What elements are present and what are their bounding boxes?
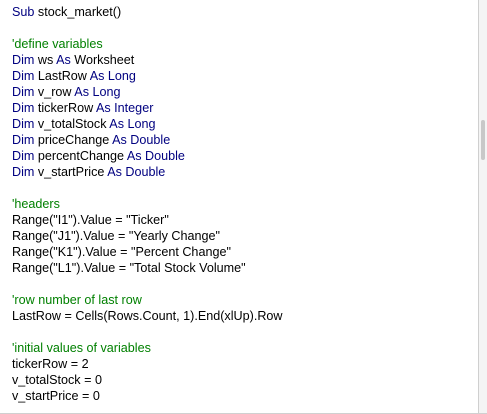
keyword-token: As Integer [95, 101, 154, 115]
code-line[interactable]: Sub stock_market() [12, 4, 121, 20]
comment-token: 'row number of last row [12, 293, 142, 307]
keyword-token: Dim [12, 117, 35, 131]
code-line[interactable]: 'headers [12, 196, 60, 212]
code-editor[interactable]: Sub stock_market()'define variables Dim w… [0, 0, 487, 414]
comment-token: 'headers [12, 197, 60, 211]
code-area[interactable]: Sub stock_market()'define variables Dim w… [0, 0, 478, 414]
comment-token: 'define variables [12, 37, 103, 51]
scrollbar-thumb[interactable] [481, 120, 485, 160]
keyword-token: Dim [12, 85, 35, 99]
code-line[interactable]: 'row number of last row [12, 292, 142, 308]
comment-token: 'initial values of variables [12, 341, 151, 355]
vertical-scrollbar[interactable] [478, 0, 487, 414]
keyword-token: As Double [126, 149, 185, 163]
keyword-token: Dim [12, 133, 35, 147]
code-line[interactable]: 'initial values of variables [12, 340, 151, 356]
keyword-token: Sub [12, 5, 35, 19]
code-line[interactable]: tickerRow = 2 [12, 356, 89, 372]
code-token: percentChange [34, 149, 127, 163]
code-token: LastRow [34, 69, 90, 83]
keyword-token: Dim [12, 149, 35, 163]
keyword-token: Dim [12, 69, 35, 83]
code-line[interactable]: Dim v_startPrice As Double [12, 164, 165, 180]
code-line[interactable]: LastRow = Cells(Rows.Count, 1).End(xlUp)… [12, 308, 283, 324]
keyword-token: As Double [107, 165, 166, 179]
code-line[interactable]: Dim tickerRow As Integer [12, 100, 153, 116]
code-line[interactable]: Dim LastRow As Long [12, 68, 136, 84]
keyword-token: As Long [74, 85, 121, 99]
code-token: Range("K1").Value = "Percent Change" [12, 245, 231, 259]
keyword-token: Dim [12, 101, 35, 115]
code-line[interactable]: Dim priceChange As Double [12, 132, 170, 148]
code-token: Range("I1").Value = "Ticker" [12, 213, 169, 227]
code-line[interactable]: Dim ws As Worksheet [12, 52, 134, 68]
code-token: v_startPrice = 0 [12, 389, 100, 403]
code-line[interactable]: Dim v_row As Long [12, 84, 121, 100]
code-token: v_row [34, 85, 75, 99]
code-line[interactable]: 'define variables [12, 36, 103, 52]
keyword-token: As Long [109, 117, 156, 131]
code-token: LastRow = Cells(Rows.Count, 1).End(xlUp)… [12, 309, 283, 323]
keyword-token: As Double [112, 133, 171, 147]
code-token: tickerRow [34, 101, 96, 115]
code-line[interactable]: Range("I1").Value = "Ticker" [12, 212, 169, 228]
code-line[interactable]: v_totalStock = 0 [12, 372, 102, 388]
code-token: priceChange [34, 133, 113, 147]
code-line[interactable]: Dim percentChange As Double [12, 148, 185, 164]
code-line[interactable]: v_startPrice = 0 [12, 388, 100, 404]
code-line[interactable]: Range("K1").Value = "Percent Change" [12, 244, 231, 260]
keyword-token: As [56, 53, 71, 67]
code-token: v_totalStock = 0 [12, 373, 102, 387]
code-line[interactable]: Dim v_totalStock As Long [12, 116, 156, 132]
keyword-token: Dim [12, 165, 35, 179]
code-line[interactable]: Range("L1").Value = "Total Stock Volume" [12, 260, 246, 276]
keyword-token: As Long [89, 69, 136, 83]
code-token: Range("L1").Value = "Total Stock Volume" [12, 261, 246, 275]
code-token: Range("J1").Value = "Yearly Change" [12, 229, 220, 243]
keyword-token: Dim [12, 53, 35, 67]
code-token: ws [34, 53, 57, 67]
code-token: tickerRow = 2 [12, 357, 89, 371]
code-token: Worksheet [70, 53, 135, 67]
code-line[interactable]: Range("J1").Value = "Yearly Change" [12, 228, 220, 244]
code-token: stock_market() [34, 5, 122, 19]
code-token: v_totalStock [34, 117, 110, 131]
code-token: v_startPrice [34, 165, 108, 179]
